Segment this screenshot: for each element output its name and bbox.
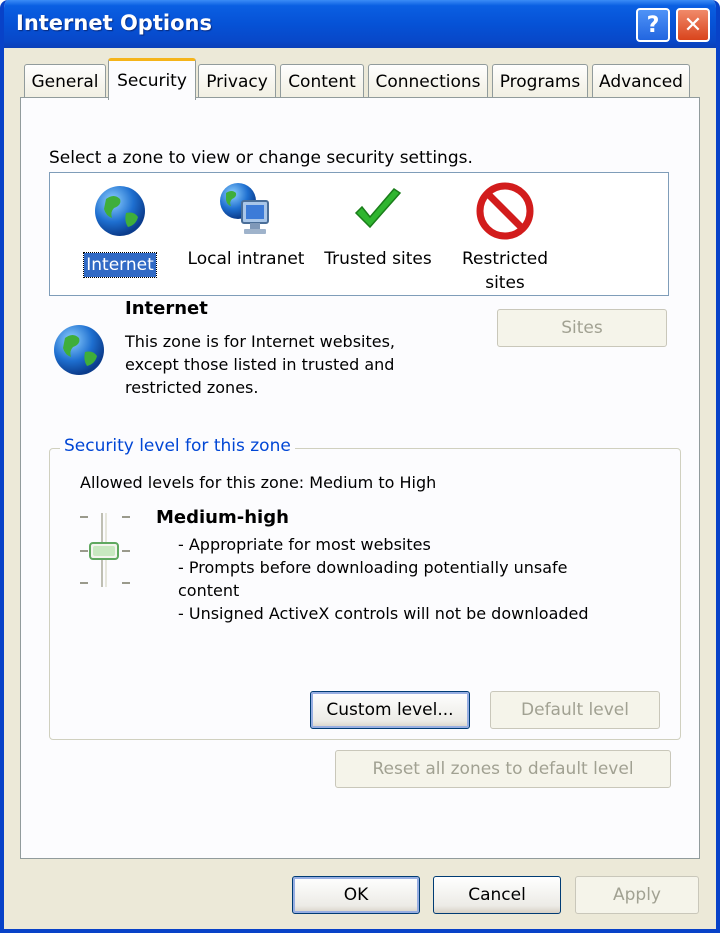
default-level-button[interactable]: Default level [490, 691, 660, 729]
close-icon: ✕ [683, 12, 703, 38]
ok-button[interactable]: OK [292, 876, 420, 914]
window-title: Internet Options [16, 11, 212, 35]
tab-programs[interactable]: Programs [492, 64, 588, 98]
title-bar[interactable]: Internet Options ? ✕ [4, 0, 716, 48]
globe-icon [70, 181, 170, 241]
help-button[interactable]: ? [636, 8, 670, 42]
zone-restricted-label-line2: sites [485, 273, 525, 293]
level-bullet: - Appropriate for most websites [178, 535, 431, 554]
zone-list: Internet Local intranet Trusted sites Re… [49, 172, 669, 296]
tab-security[interactable]: Security [108, 58, 196, 100]
restricted-icon [450, 181, 560, 241]
cancel-button[interactable]: Cancel [433, 876, 561, 914]
apply-button[interactable]: Apply [575, 876, 699, 914]
zone-local-intranet[interactable]: Local intranet [186, 181, 306, 271]
zone-intranet-label: Local intranet [187, 249, 305, 269]
tab-content[interactable]: Content [280, 64, 364, 98]
reset-all-zones-button[interactable]: Reset all zones to default level [335, 750, 671, 788]
tab-advanced[interactable]: Advanced [592, 64, 690, 98]
tab-connections[interactable]: Connections [368, 64, 488, 98]
security-tab-panel: Select a zone to view or change security… [20, 97, 700, 859]
zone-info-title: Internet [125, 298, 208, 319]
zone-trusted-sites[interactable]: Trusted sites [318, 181, 438, 271]
sites-button[interactable]: Sites [497, 309, 667, 347]
tab-privacy[interactable]: Privacy [198, 64, 276, 98]
custom-level-button[interactable]: Custom level... [310, 691, 470, 729]
security-level-description: - Appropriate for most websites - Prompt… [178, 533, 618, 625]
security-level-name: Medium-high [156, 507, 289, 528]
internet-options-window: Internet Options ? ✕ General Security Pr… [0, 0, 720, 933]
close-button[interactable]: ✕ [676, 8, 710, 42]
security-level-group-label: Security level for this zone [60, 436, 295, 456]
zone-internet-label: Internet [83, 252, 157, 278]
zone-internet[interactable]: Internet [70, 181, 170, 278]
level-bullet: - Unsigned ActiveX controls will not be … [178, 604, 589, 623]
zone-restricted-label: Restricted [461, 249, 548, 269]
zone-info-description: This zone is for Internet websites, exce… [125, 332, 396, 397]
checkmark-icon [318, 181, 438, 241]
allowed-levels-text: Allowed levels for this zone: Medium to … [80, 473, 437, 492]
level-bullet: - Prompts before downloading potentially… [178, 558, 568, 600]
zone-prompt: Select a zone to view or change security… [49, 148, 473, 168]
security-level-group: Security level for this zone Allowed lev… [49, 436, 681, 740]
zone-info-globe-icon [51, 322, 107, 383]
intranet-icon [186, 181, 306, 241]
zone-restricted-sites[interactable]: Restricted sites [450, 181, 560, 295]
security-level-slider[interactable] [78, 511, 138, 591]
zone-trusted-label: Trusted sites [324, 249, 432, 269]
tab-general[interactable]: General [24, 64, 106, 98]
